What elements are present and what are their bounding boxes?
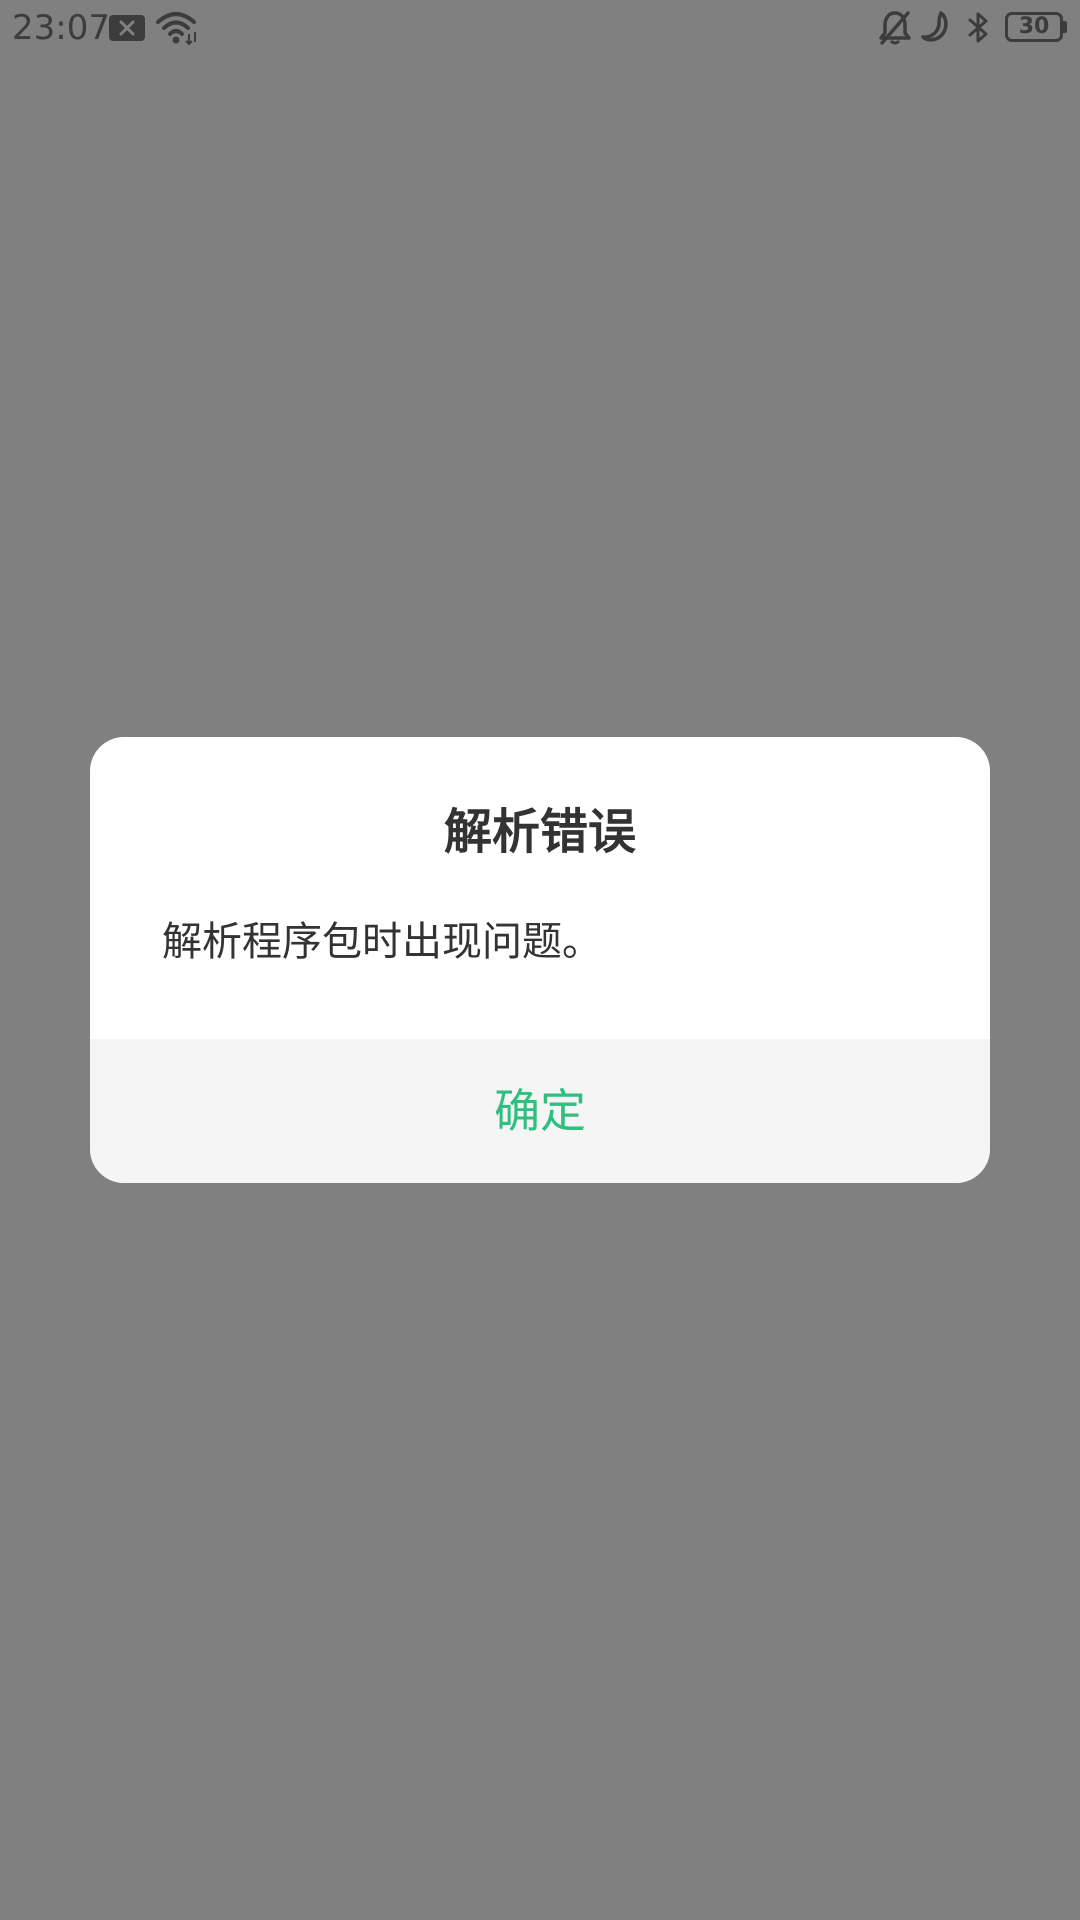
parse-error-dialog: 解析错误 解析程序包时出现问题。 确定 — [90, 737, 990, 1183]
confirm-button[interactable]: 确定 — [90, 1039, 990, 1183]
dialog-message: 解析程序包时出现问题。 — [162, 919, 602, 965]
dialog-title: 解析错误 — [443, 804, 636, 860]
battery-icon: 30 — [1005, 12, 1063, 42]
mute-icon — [879, 11, 911, 45]
battery-level: 30 — [1018, 14, 1050, 39]
wifi-icon — [156, 12, 196, 46]
status-bar: 23:07 30 — [0, 0, 1080, 56]
battery-tip — [1063, 21, 1067, 33]
notification-icon — [109, 15, 145, 41]
bluetooth-icon — [968, 12, 988, 43]
dialog-footer: 确定 — [90, 1039, 990, 1183]
do-not-disturb-icon — [921, 11, 948, 42]
status-time: 23:07 — [12, 8, 110, 48]
